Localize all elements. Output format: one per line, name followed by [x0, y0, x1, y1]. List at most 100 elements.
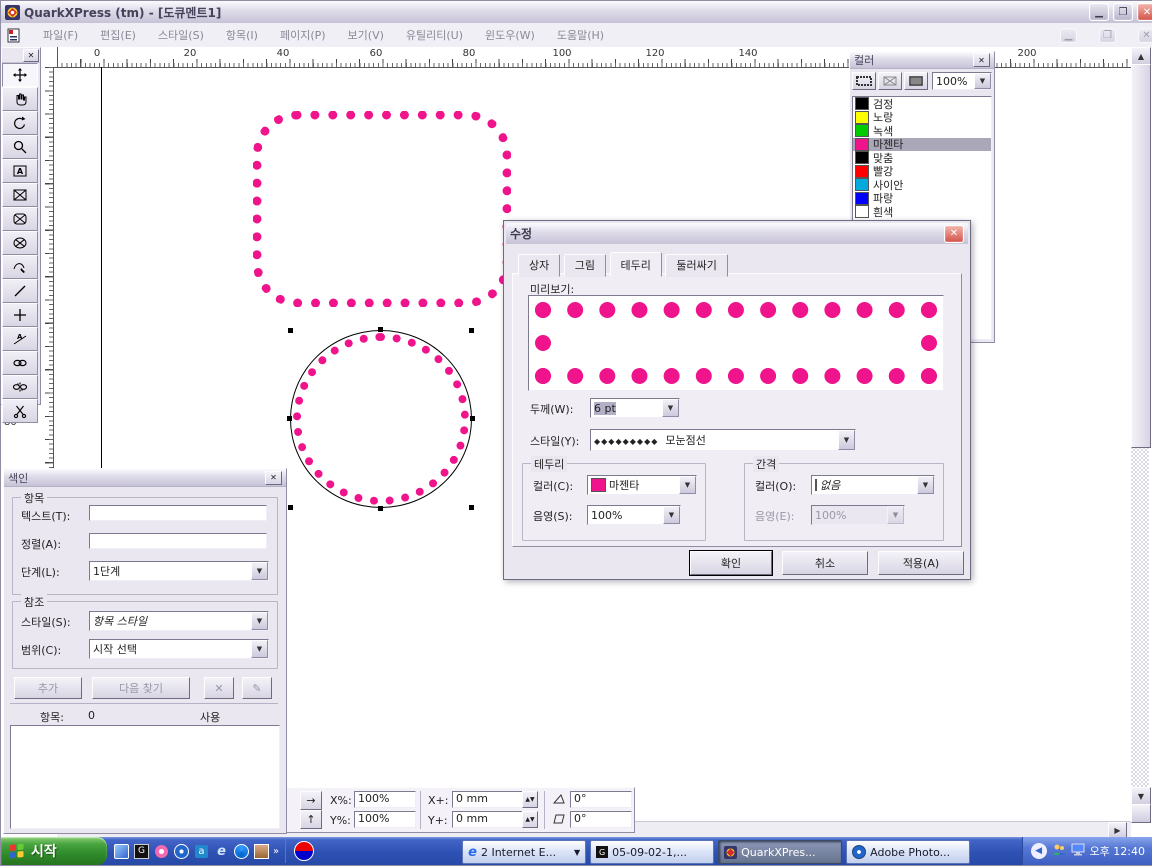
index-palette-close-icon[interactable]: ✕ — [265, 471, 282, 485]
selection-handle[interactable] — [469, 505, 474, 510]
chevron-down-icon[interactable]: ▼ — [574, 848, 580, 857]
quicklaunch-a-app-icon[interactable]: a — [193, 843, 210, 860]
color-row[interactable]: 흰색 — [853, 205, 991, 219]
chevron-down-icon[interactable]: ▼ — [251, 612, 268, 630]
scope-combo[interactable]: 시작 선택 ▼ — [89, 639, 269, 659]
flip-horizontal-icon[interactable]: → — [300, 791, 322, 810]
sort-input[interactable] — [89, 533, 267, 549]
restore-button[interactable]: ❐ — [1113, 3, 1133, 21]
cancel-button[interactable]: 취소 — [782, 551, 868, 575]
menu-page[interactable]: 페이지(P) — [280, 27, 326, 43]
quicklaunch-g-app-icon[interactable]: G — [133, 843, 150, 860]
tray-collapse-chevron-icon[interactable]: ◀ — [1031, 843, 1047, 859]
task-quarkxpress[interactable]: QuarkXPres... — [718, 840, 842, 864]
ref-style-combo[interactable]: 항목 스타일 ▼ — [89, 611, 269, 631]
task-document[interactable]: G 05-09-02-1,... — [590, 840, 714, 864]
oval-picture-box-tool[interactable] — [2, 231, 38, 255]
item-tool[interactable] — [2, 63, 38, 87]
rotation-field[interactable]: 0° — [570, 791, 632, 808]
selection-handle[interactable] — [287, 416, 292, 421]
bezier-picture-box-tool[interactable] — [2, 255, 38, 279]
quicklaunch-internet-explorer-icon[interactable]: e — [213, 843, 230, 860]
menu-view[interactable]: 보기(V) — [348, 27, 384, 43]
child-minimize-button[interactable]: ▁ — [1060, 28, 1077, 43]
selection-handle[interactable] — [288, 505, 293, 510]
flip-vertical-icon[interactable]: ↑ — [300, 810, 322, 829]
find-next-button[interactable]: 다음 찾기 — [92, 677, 190, 699]
quicklaunch-app-icon[interactable] — [113, 843, 130, 860]
chevron-down-icon[interactable]: ▼ — [663, 506, 680, 524]
style-combo[interactable]: ◆◆◆◆◆◆◆◆◆ 모눈점선 ▼ — [590, 429, 856, 451]
tray-display-icon[interactable] — [1071, 843, 1085, 859]
linking-tool[interactable] — [2, 351, 38, 375]
chevron-down-icon[interactable]: ▼ — [251, 640, 268, 658]
start-button[interactable]: 시작 — [1, 837, 107, 865]
minimize-button[interactable]: ▁ — [1089, 3, 1109, 21]
chevron-down-icon[interactable]: ▼ — [838, 430, 855, 450]
menu-file[interactable]: 파일(F) — [43, 27, 78, 43]
tab-runaround[interactable]: 둘러싸기 — [665, 254, 727, 277]
width-combo[interactable]: 6 pt ▼ — [590, 398, 680, 418]
task-internet-explorer[interactable]: e 2 Internet E... ▼ — [462, 840, 586, 864]
dotted-rounded-rect-box[interactable] — [253, 111, 511, 307]
child-restore-button[interactable]: ❐ — [1099, 28, 1116, 43]
vertical-scroll-thumb[interactable] — [1131, 64, 1151, 448]
chevron-down-icon[interactable]: ▼ — [251, 562, 268, 580]
menu-window[interactable]: 윈도우(W) — [485, 27, 535, 43]
scissors-tool[interactable] — [2, 399, 38, 423]
menu-edit[interactable]: 편집(E) — [100, 27, 136, 43]
gap-color-combo[interactable]: 없음 ▼ — [811, 475, 935, 495]
level-combo[interactable]: 1단계 ▼ — [89, 561, 269, 581]
chevron-down-icon[interactable]: ▼ — [974, 73, 991, 89]
pattern-mode-icon[interactable] — [904, 72, 928, 90]
text-path-tool[interactable]: A — [2, 327, 38, 351]
tab-box[interactable]: 상자 — [518, 254, 560, 277]
quicklaunch-photo-viewer-icon[interactable] — [153, 843, 170, 860]
quicklaunch-overflow-chevron-icon[interactable]: » — [273, 846, 279, 857]
contents-mode-icon[interactable] — [878, 72, 902, 90]
y-offset-field[interactable]: 0 mm — [452, 811, 528, 828]
modify-dialog-close-icon[interactable]: ✕ — [944, 225, 964, 243]
apply-button[interactable]: 적용(A) — [878, 551, 964, 575]
rotation-tool[interactable] — [2, 111, 38, 135]
content-tool[interactable] — [2, 87, 38, 111]
x-scale-field[interactable]: 100% — [354, 791, 416, 808]
frame-shade-combo[interactable]: 100% ▼ — [587, 505, 681, 525]
frame-mode-icon[interactable] — [852, 72, 876, 90]
vertical-scrollbar[interactable]: ▲ ▼ — [1131, 47, 1149, 823]
unlinking-tool[interactable] — [2, 375, 38, 399]
task-adobe-photoshop[interactable]: Adobe Photo... — [846, 840, 970, 864]
tab-picture[interactable]: 그림 — [564, 254, 606, 277]
close-button[interactable]: ✕ — [1137, 3, 1152, 21]
korean-ime-taegeuk-icon[interactable] — [294, 841, 314, 861]
y-scale-field[interactable]: 100% — [354, 811, 416, 828]
ok-button[interactable]: 확인 — [690, 551, 772, 575]
menu-style[interactable]: 스타일(S) — [158, 27, 204, 43]
quicklaunch-player-icon[interactable] — [233, 843, 250, 860]
menu-help[interactable]: 도움말(H) — [557, 27, 604, 43]
add-button[interactable]: 추가 — [14, 677, 82, 699]
zoom-tool[interactable] — [2, 135, 38, 159]
shade-combo[interactable]: 100% ▼ — [932, 72, 992, 90]
delete-entry-icon[interactable]: ✕ — [204, 677, 234, 699]
skew-field[interactable]: 0° — [570, 811, 632, 828]
selection-handle[interactable] — [378, 327, 383, 332]
frame-color-combo[interactable]: 마젠타 ▼ — [587, 475, 697, 495]
text-box-tool[interactable]: A — [2, 159, 38, 183]
edit-entry-icon[interactable]: ✎ — [242, 677, 272, 699]
child-close-button[interactable]: ✕ — [1138, 28, 1152, 43]
colors-palette-close-icon[interactable]: ✕ — [973, 53, 990, 67]
x-offset-field[interactable]: 0 mm — [452, 791, 528, 808]
chevron-down-icon[interactable]: ▼ — [679, 476, 696, 494]
menu-utilities[interactable]: 유틸리티(U) — [406, 27, 463, 43]
quicklaunch-media-player-icon[interactable] — [173, 843, 190, 860]
quicklaunch-paint-app-icon[interactable] — [253, 843, 270, 860]
text-input[interactable] — [89, 505, 267, 521]
menu-item[interactable]: 항목(I) — [226, 27, 258, 43]
selection-handle[interactable] — [469, 328, 474, 333]
y-offset-stepper[interactable]: ▲▼ — [522, 811, 538, 828]
oval-picture-box[interactable] — [290, 330, 472, 508]
tool-palette-close-icon[interactable]: ✕ — [23, 49, 39, 62]
tab-frame[interactable]: 테두리 — [610, 252, 662, 277]
orthogonal-line-tool[interactable] — [2, 303, 38, 327]
